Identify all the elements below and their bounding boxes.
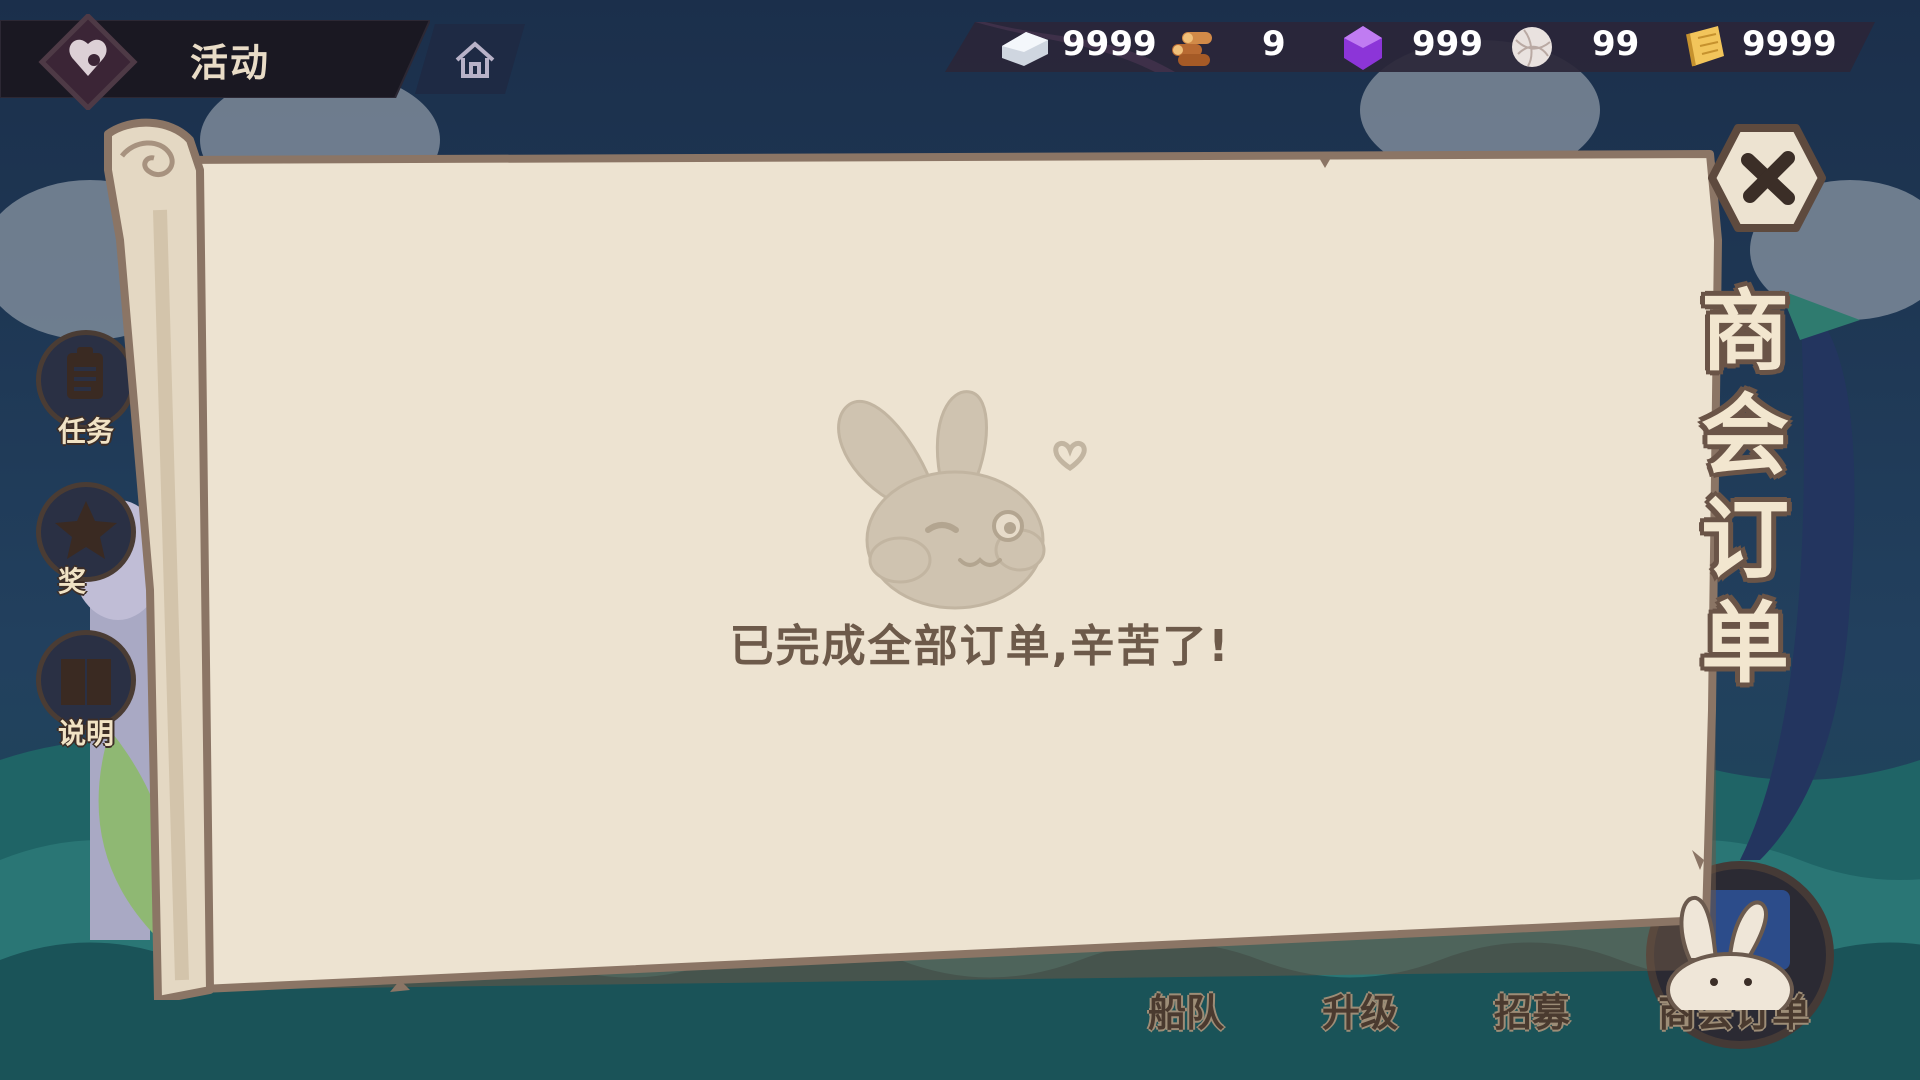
wood-logs-icon <box>1172 32 1212 66</box>
resource-value: 9999 <box>1062 24 1157 64</box>
bunny-mascot-icon <box>1666 896 1794 1010</box>
home-button[interactable] <box>415 24 525 94</box>
side-label-rewards: 奖 <box>58 565 87 598</box>
heart-badge-icon <box>38 12 138 112</box>
scroll-ticket-icon <box>1686 26 1724 67</box>
purple-gem-icon <box>1344 26 1382 70</box>
page-title: 活动 <box>190 41 271 85</box>
title-char: 会 <box>1700 384 1789 487</box>
title-char: 商 <box>1700 280 1789 383</box>
all-orders-complete-message: 已完成全部订单,辛苦了! <box>729 621 1231 672</box>
guild-orders-title: 商 会 订 单 <box>1690 280 1800 696</box>
resource-value: 99 <box>1592 24 1640 64</box>
resource-value: 999 <box>1412 24 1483 64</box>
yarn-ball-icon <box>1512 27 1552 67</box>
title-char: 单 <box>1700 592 1789 695</box>
silver-ingot-icon <box>1002 32 1048 66</box>
back-button[interactable] <box>36 12 140 112</box>
title-char: 订 <box>1700 488 1789 591</box>
winking-bunny-icon <box>837 390 1087 610</box>
resource-value: 9 <box>1262 24 1286 64</box>
resource-value: 9999 <box>1742 24 1837 64</box>
close-button[interactable] <box>1708 124 1826 232</box>
